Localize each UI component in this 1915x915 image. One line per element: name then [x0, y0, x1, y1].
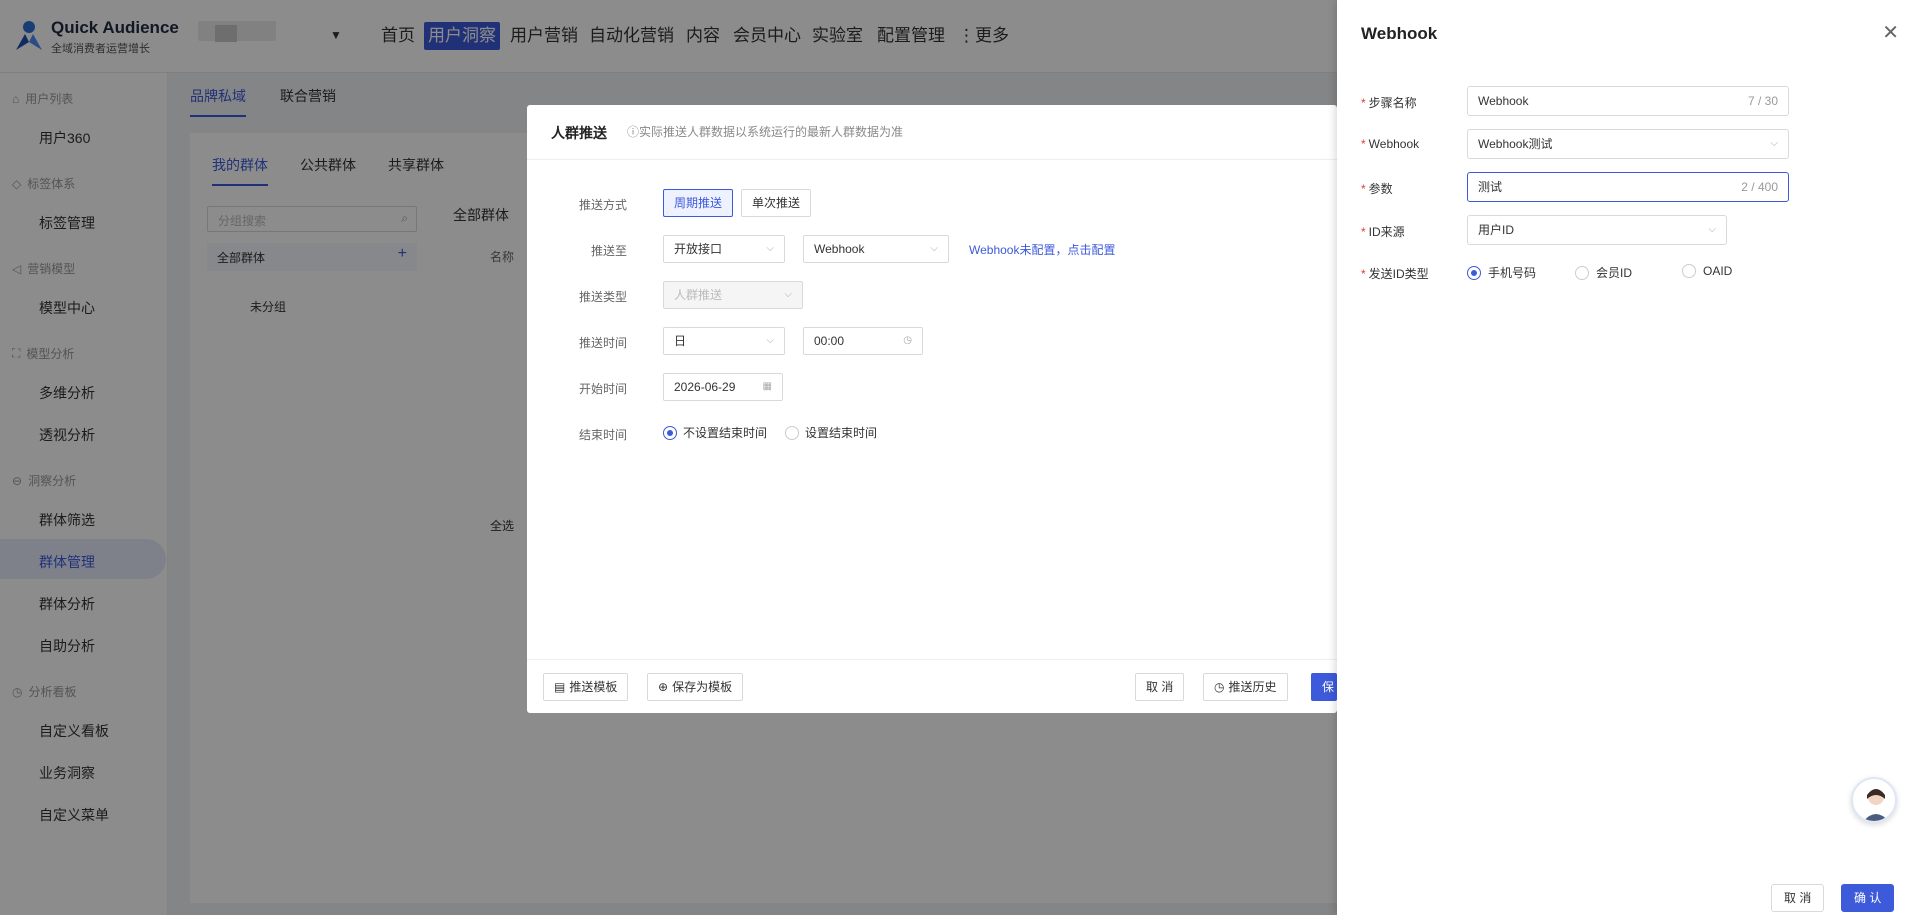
- webhook-drawer: Webhook ✕ * 步骤名称 Webhook 7 / 30 * Webhook W…: [1337, 0, 1915, 915]
- push-time-label: 推送时间: [578, 336, 627, 350]
- chevron-down-icon: ⌵: [1708, 224, 1716, 235]
- modal-save-button[interactable]: 保: [1311, 673, 1337, 701]
- push-channel-select[interactable]: Webhook ⌵: [803, 235, 949, 263]
- chevron-down-icon: ⌵: [766, 243, 774, 254]
- push-history-button[interactable]: ◷ 推送历史: [1203, 673, 1288, 701]
- chevron-down-icon: ⌵: [784, 289, 792, 300]
- push-type-select[interactable]: 人群推送 ⌵: [663, 281, 803, 309]
- save-as-template-button[interactable]: ⊕ 保存为模板: [647, 673, 744, 701]
- webhook-select[interactable]: Webhook测试 ⌵: [1467, 129, 1789, 159]
- radio-unchecked-icon: [1575, 265, 1589, 280]
- modal-title: 人群推送: [551, 125, 607, 141]
- step-name-input[interactable]: Webhook 7 / 30: [1467, 86, 1789, 116]
- push-modal: 人群推送 ⓘ实际推送人群数据以系统运行的最新人群数据为准 推送方式 周期推送 单…: [527, 105, 1337, 713]
- step-name-label: * 步骤名称: [1361, 96, 1417, 110]
- push-to-select[interactable]: 开放接口 ⌵: [663, 235, 785, 263]
- chevron-down-icon: ⌵: [1770, 138, 1778, 149]
- param-input[interactable]: 测试 2 / 400: [1467, 172, 1789, 202]
- radio-unchecked-icon: [1682, 264, 1696, 278]
- push-mode-once[interactable]: 单次推送: [741, 189, 812, 217]
- assistant-avatar[interactable]: [1851, 777, 1897, 823]
- chevron-down-icon: ⌵: [930, 243, 938, 254]
- drawer-confirm-button[interactable]: 确 认: [1841, 884, 1895, 912]
- webhook-config-link[interactable]: Webhook未配置，点击配置: [969, 241, 1115, 258]
- push-to-label: 推送至: [590, 244, 627, 258]
- char-counter: 2 / 400: [1741, 180, 1778, 194]
- id-source-select[interactable]: 用户ID ⌵: [1467, 215, 1727, 245]
- drawer-title: Webhook: [1361, 24, 1438, 43]
- clock-icon: ◷: [903, 335, 912, 346]
- divider: [527, 159, 1337, 160]
- drawer-cancel-button[interactable]: 取 消: [1771, 884, 1825, 912]
- start-date-input[interactable]: 2026-06-29 ▦: [663, 373, 783, 401]
- webhook-label: * Webhook: [1361, 137, 1420, 151]
- end-time-label: 结束时间: [578, 428, 627, 442]
- end-option-none[interactable]: 不设置结束时间: [663, 424, 767, 441]
- push-template-button[interactable]: ▤ 推送模板: [543, 673, 629, 701]
- chevron-down-icon: ⌵: [766, 335, 774, 346]
- push-mode-periodic[interactable]: 周期推送: [663, 189, 734, 217]
- assistant-icon: [1863, 789, 1889, 821]
- end-option-set[interactable]: 设置结束时间: [785, 424, 877, 441]
- push-time-input[interactable]: 00:00 ◷: [803, 327, 923, 355]
- history-icon: ◷: [1214, 680, 1225, 694]
- send-id-option-member[interactable]: 会员ID: [1575, 264, 1632, 281]
- radio-checked-icon: [663, 425, 677, 440]
- radio-checked-icon: [1467, 265, 1481, 280]
- calendar-icon: ▦: [762, 381, 772, 392]
- radio-unchecked-icon: [785, 425, 799, 440]
- char-counter: 7 / 30: [1747, 94, 1778, 108]
- push-mode-label: 推送方式: [578, 198, 627, 212]
- template-icon: ▤: [554, 680, 566, 694]
- push-time-unit-select[interactable]: 日 ⌵: [663, 327, 785, 355]
- param-label: * 参数: [1361, 182, 1393, 196]
- send-id-option-oaid[interactable]: OAID: [1682, 264, 1732, 278]
- start-time-label: 开始时间: [578, 382, 627, 396]
- send-id-type-label: * 发送ID类型: [1361, 267, 1429, 281]
- id-source-label: * ID来源: [1361, 225, 1405, 239]
- divider: [527, 659, 1337, 660]
- modal-hint: ⓘ实际推送人群数据以系统运行的最新人群数据为准: [627, 125, 904, 139]
- send-id-option-phone[interactable]: 手机号码: [1467, 264, 1536, 281]
- modal-cancel-button[interactable]: 取 消: [1135, 673, 1185, 701]
- close-icon[interactable]: ✕: [1882, 20, 1899, 45]
- push-type-label: 推送类型: [578, 290, 627, 304]
- plus-circle-icon: ⊕: [658, 680, 669, 694]
